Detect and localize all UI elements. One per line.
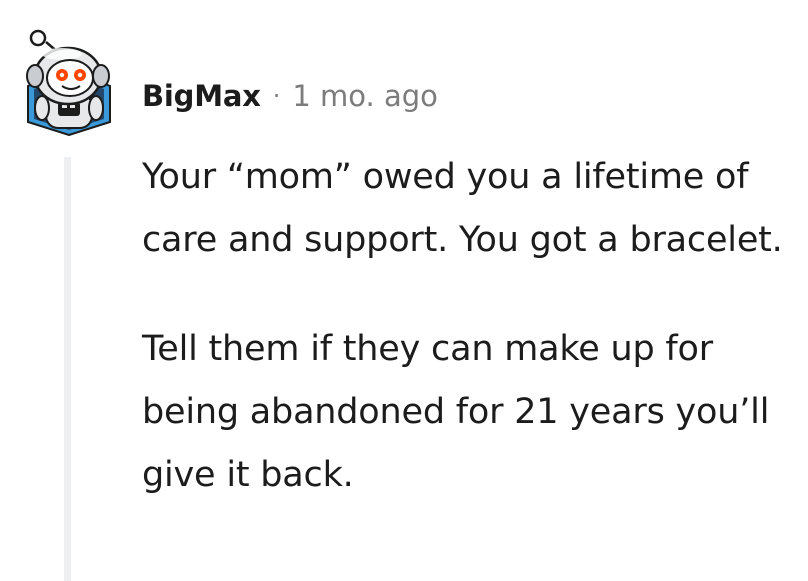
comment-meta: BigMax · 1 mo. ago: [142, 72, 438, 120]
user-avatar[interactable]: [22, 24, 116, 137]
comment-timestamp[interactable]: 1 mo. ago: [292, 79, 438, 113]
comment-paragraph: Tell them if they can make up for being …: [142, 329, 770, 495]
thread-collapse-line[interactable]: [64, 157, 71, 581]
comment-body: Your “mom” owed you a lifetime of care a…: [142, 146, 792, 553]
comment-paragraph: Your “mom” owed you a lifetime of care a…: [142, 157, 783, 260]
comment-author[interactable]: BigMax: [142, 79, 261, 113]
meta-separator: ·: [272, 82, 281, 110]
snoo-astronaut-avatar-icon: [26, 29, 111, 137]
